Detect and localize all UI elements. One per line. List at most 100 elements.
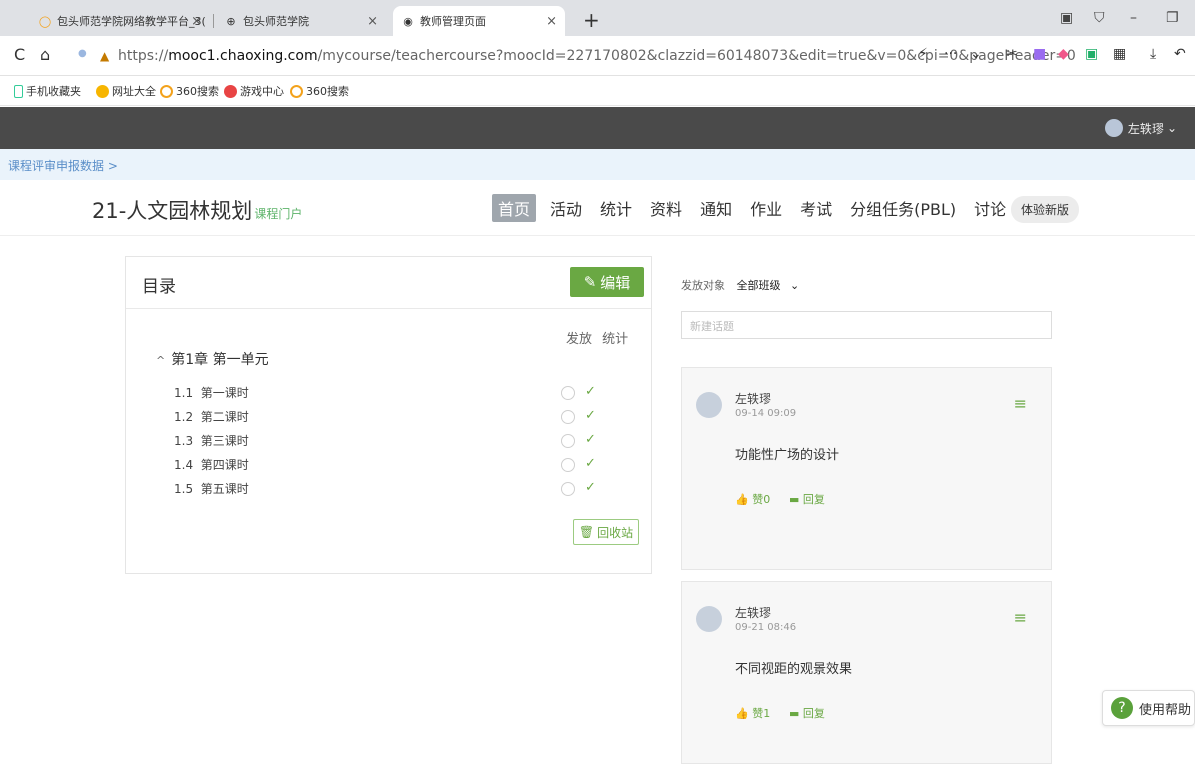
- catalog-header: 目录 ✎ 编辑: [126, 257, 651, 309]
- post-content[interactable]: 不同视距的观景效果: [735, 658, 852, 677]
- menu-icon[interactable]: ≡: [1014, 394, 1027, 413]
- bookmark-sites[interactable]: 网址大全: [96, 83, 156, 99]
- bookmark-games[interactable]: 游戏中心: [224, 83, 284, 99]
- catalog-column-heads: 发放 统计: [566, 328, 628, 347]
- chevron-down-icon[interactable]: ⌄: [970, 46, 982, 62]
- browser-tab-teacher[interactable]: ◉ 教师管理页面 ×: [393, 6, 565, 36]
- bookmark-search[interactable]: 360搜索: [160, 83, 219, 99]
- lesson-item[interactable]: 1.1 第一课时: [174, 384, 249, 401]
- menu-materials[interactable]: 资料: [646, 193, 686, 223]
- lesson-item[interactable]: 1.3 第三课时: [174, 432, 249, 449]
- like-count: 赞1: [752, 707, 771, 720]
- user-name: 左轶璆: [1127, 121, 1164, 136]
- menu-homework[interactable]: 作业: [746, 193, 786, 223]
- browser-tab-platform[interactable]: ◯ 包头师范学院网络教学平台_3( ×: [30, 6, 210, 36]
- chevron-up-icon[interactable]: ^: [156, 354, 165, 367]
- shirt-icon[interactable]: ⛉: [1094, 10, 1105, 26]
- release-toggle[interactable]: [561, 410, 575, 424]
- bookmark-mobile[interactable]: 手机收藏夹: [14, 83, 81, 99]
- chapter-title: 第1章 第一单元: [171, 352, 269, 368]
- menu-exams[interactable]: 考试: [796, 193, 836, 223]
- new-topic-input[interactable]: 新建话题: [681, 311, 1052, 339]
- apps-grid-icon[interactable]: ▦: [1113, 46, 1126, 62]
- bookmark-label: 360搜索: [176, 85, 219, 98]
- pencil-icon: ✎: [583, 273, 597, 291]
- help-label: 使用帮助: [1139, 702, 1192, 718]
- like-button[interactable]: 👍 赞1: [735, 705, 770, 721]
- bookmarks-bar: 手机收藏夹 网址大全 360搜索 游戏中心 360搜索: [0, 76, 1195, 106]
- reload-icon[interactable]: C: [14, 45, 25, 64]
- home-icon[interactable]: ⌂: [40, 45, 50, 64]
- chapter-item[interactable]: ^ 第1章 第一单元: [156, 349, 269, 369]
- menu-discussion[interactable]: 讨论: [970, 193, 1010, 223]
- close-icon[interactable]: ×: [546, 14, 557, 29]
- breadcrumb-link[interactable]: 课程评审申报数据 >: [8, 157, 118, 174]
- close-icon[interactable]: ×: [191, 14, 202, 29]
- security-icon: ●: [78, 48, 87, 59]
- help-button[interactable]: ? 使用帮助: [1102, 690, 1195, 726]
- column-release: 发放: [566, 332, 593, 347]
- reply-label: 回复: [802, 707, 825, 720]
- question-icon: ?: [1111, 697, 1133, 719]
- menu-statistics[interactable]: 统计: [596, 193, 636, 223]
- post-content[interactable]: 功能性广场的设计: [735, 444, 839, 463]
- game-icon[interactable]: ◆: [1058, 46, 1069, 62]
- discussion-post[interactable]: 左轶璆 09-14 09:09 ≡ 功能性广场的设计 👍 赞0 ▬ 回复: [681, 367, 1052, 570]
- bookmark-label: 网址大全: [112, 85, 156, 98]
- comment-icon: ▬: [789, 493, 800, 506]
- close-icon[interactable]: ×: [367, 14, 378, 29]
- menu-notices[interactable]: 通知: [696, 193, 736, 223]
- menu-group-tasks[interactable]: 分组任务(PBL): [846, 193, 960, 223]
- url-field[interactable]: https://mooc1.chaoxing.com/mycourse/teac…: [118, 48, 1076, 64]
- user-menu[interactable]: 左轶璆 ⌄: [1104, 119, 1177, 137]
- download-icon[interactable]: ⤓: [1150, 46, 1156, 62]
- lightning-icon[interactable]: ⚡: [918, 46, 928, 62]
- undo-icon[interactable]: ↶: [1174, 46, 1186, 62]
- browser-tab-bar: ◯ 包头师范学院网络教学平台_3( × ⊕ 包头师范学院 × ◉ 教师管理页面 …: [0, 0, 1195, 36]
- lesson-number: 1.3: [174, 434, 194, 448]
- browser-tab-college[interactable]: ⊕ 包头师范学院 ×: [216, 6, 386, 36]
- class-select[interactable]: 全部班级 ⌄: [737, 279, 800, 292]
- lesson-number: 1.2: [174, 410, 194, 424]
- scissors-icon[interactable]: ✂: [1006, 46, 1018, 62]
- 360-icon: ◯: [38, 14, 52, 28]
- app-icon[interactable]: ▣: [1085, 46, 1098, 62]
- like-button[interactable]: 👍 赞0: [735, 491, 770, 507]
- avatar: [696, 392, 722, 418]
- minimize-icon[interactable]: –: [1130, 10, 1137, 26]
- breadcrumb: 课程评审申报数据 >: [0, 149, 1195, 180]
- tab-title: 教师管理页面: [420, 15, 486, 28]
- lesson-item[interactable]: 1.4 第四课时: [174, 456, 249, 473]
- check-icon[interactable]: ✓: [585, 480, 596, 495]
- tab-list-icon[interactable]: ▣: [1060, 10, 1073, 26]
- try-new-version-button[interactable]: 体验新版: [1011, 196, 1080, 223]
- menu-activities[interactable]: 活动: [546, 193, 586, 223]
- reply-button[interactable]: ▬ 回复: [789, 705, 825, 721]
- bookmark-label: 游戏中心: [240, 85, 284, 98]
- check-icon[interactable]: ✓: [585, 384, 596, 399]
- menu-home[interactable]: 首页: [492, 194, 537, 222]
- reply-button[interactable]: ▬ 回复: [789, 491, 825, 507]
- url-prefix: https://: [118, 48, 169, 64]
- course-portal-link[interactable]: 课程门户: [254, 207, 302, 221]
- lesson-item[interactable]: 1.5 第五课时: [174, 480, 249, 497]
- recycle-bin-button[interactable]: 🗑 回收站: [573, 519, 639, 545]
- lesson-item[interactable]: 1.2 第二课时: [174, 408, 249, 425]
- lock-icon: ▲: [100, 49, 110, 63]
- check-icon[interactable]: ✓: [585, 456, 596, 471]
- release-toggle[interactable]: [561, 482, 575, 496]
- new-tab-button[interactable]: +: [583, 8, 600, 32]
- discussion-post[interactable]: 左轶璆 09-21 08:46 ≡ 不同视距的观景效果 👍 赞1 ▬ 回复: [681, 581, 1052, 764]
- edit-button[interactable]: ✎ 编辑: [570, 267, 644, 297]
- restore-icon[interactable]: ❐: [1166, 10, 1179, 26]
- extension-icon[interactable]: ■: [1033, 46, 1046, 62]
- check-icon[interactable]: ✓: [585, 432, 596, 447]
- more-icon[interactable]: ···: [944, 46, 957, 62]
- release-toggle[interactable]: [561, 434, 575, 448]
- bookmark-search-2[interactable]: 360搜索: [290, 83, 349, 99]
- release-toggle[interactable]: [561, 386, 575, 400]
- check-icon[interactable]: ✓: [585, 408, 596, 423]
- release-toggle[interactable]: [561, 458, 575, 472]
- post-time: 09-14 09:09: [735, 408, 797, 419]
- menu-icon[interactable]: ≡: [1014, 608, 1027, 627]
